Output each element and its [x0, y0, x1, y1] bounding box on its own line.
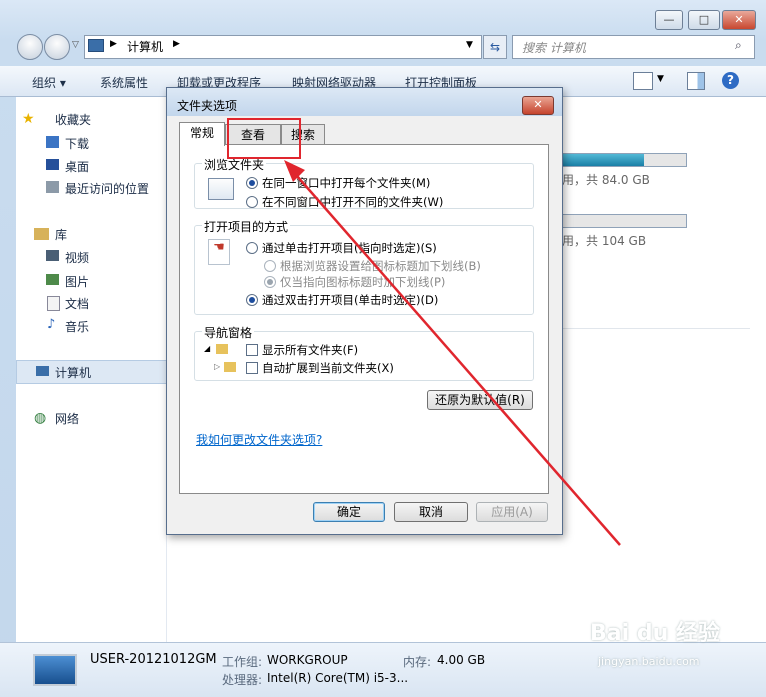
baidu-watermark-url: jingyan.baidu.com — [598, 655, 700, 668]
baidu-watermark: Bai du 经验 — [590, 621, 720, 646]
annotation-arrow — [284, 160, 621, 546]
tab-general[interactable]: 常规 — [179, 122, 225, 146]
